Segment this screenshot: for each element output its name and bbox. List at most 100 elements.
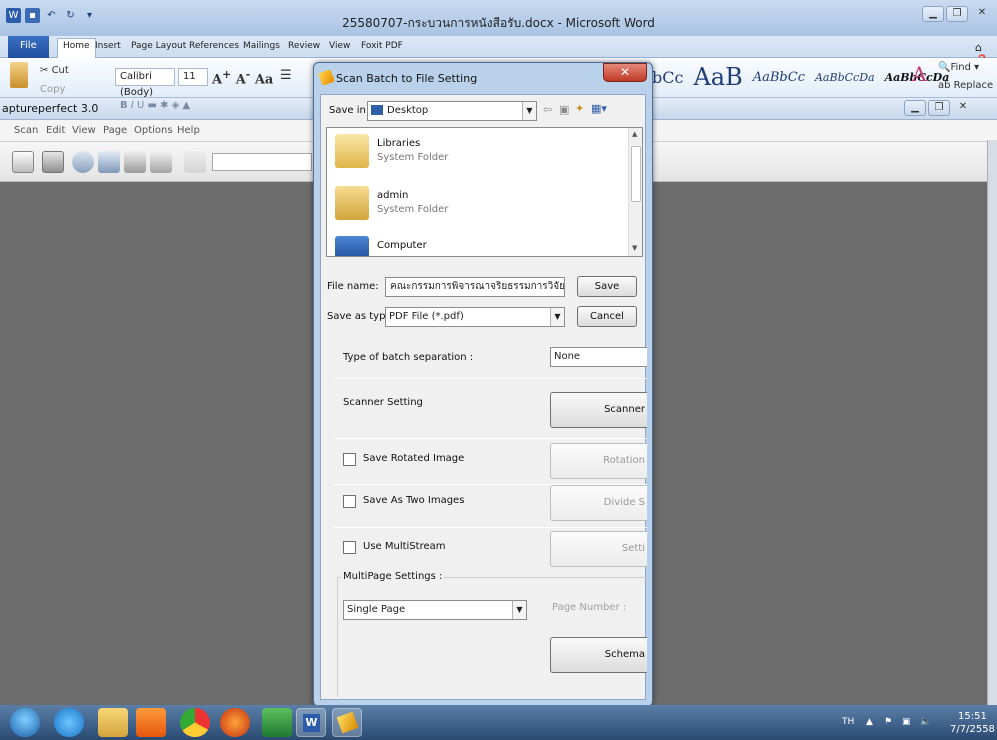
internet-explorer-icon[interactable] — [54, 708, 84, 737]
save-as-two-checkbox[interactable] — [343, 495, 356, 508]
style-preview[interactable]: bCc — [652, 68, 683, 87]
save-in-dropdown[interactable]: Desktop ▼ — [367, 101, 537, 121]
style-title[interactable]: AaB — [693, 63, 742, 91]
dialog-body: Save in: Desktop ▼ ⇦ ▣ ✦ ▦▾ Libraries Sy… — [320, 94, 647, 700]
word-maximize-button[interactable]: ❐ — [946, 6, 968, 22]
setting-button[interactable]: Setti — [550, 531, 647, 567]
multipage-value: Single Page — [347, 604, 406, 615]
tab-references[interactable]: References — [184, 39, 244, 53]
clock-date: 7/7/2558 — [950, 724, 995, 735]
batch-separation-dropdown[interactable]: None — [550, 347, 647, 367]
word-taskbar-icon[interactable]: W — [296, 708, 326, 737]
language-indicator[interactable]: TH — [842, 717, 854, 729]
menu-help[interactable]: Help — [177, 125, 200, 136]
firefox-icon[interactable] — [220, 708, 250, 737]
batch-separation-label: Type of batch separation : — [343, 352, 474, 363]
save-button[interactable]: Save — [577, 276, 637, 297]
menu-view[interactable]: View — [72, 125, 96, 136]
paste-icon[interactable] — [10, 62, 28, 88]
menu-page[interactable]: Page — [103, 125, 127, 136]
volume-icon[interactable]: 🔈 — [920, 717, 932, 729]
print-icon[interactable] — [124, 151, 146, 173]
excel-icon[interactable] — [262, 708, 292, 737]
cancel-button[interactable]: Cancel — [577, 306, 637, 327]
scroll-down-icon[interactable]: ▼ — [632, 244, 637, 252]
multistream-checkbox[interactable] — [343, 541, 356, 554]
cut-button[interactable]: ✂ Cut — [40, 65, 69, 76]
change-styles-icon[interactable]: A — [912, 62, 926, 86]
file-list[interactable]: Libraries System Folder admin System Fol… — [326, 127, 643, 257]
save-as-type-dropdown[interactable]: PDF File (*.pdf) ▼ — [385, 307, 565, 327]
file-name: Libraries — [377, 138, 421, 149]
ribbon-format-row: B I U ▬ ✱ ◈ ▲ — [120, 100, 191, 111]
list-item[interactable]: admin System Folder — [335, 182, 625, 226]
file-list-scrollbar[interactable]: ▲ ▼ — [628, 128, 642, 256]
multistream-label: Use MultiStream — [363, 541, 446, 552]
save-rotated-checkbox[interactable] — [343, 453, 356, 466]
email-icon[interactable] — [150, 151, 172, 173]
tab-insert[interactable]: Insert — [90, 39, 126, 53]
show-hidden-icons[interactable]: ▲ — [866, 717, 878, 729]
style-subtle-emphasis[interactable]: AaBbCcDa — [815, 71, 875, 84]
font-name-box[interactable]: Calibri (Body) — [115, 68, 175, 98]
new-folder-icon[interactable]: ✦ — [575, 102, 584, 115]
menu-options[interactable]: Options — [134, 125, 173, 136]
tab-view[interactable]: View — [324, 39, 355, 53]
list-item[interactable]: Libraries System Folder — [335, 130, 625, 174]
style-subtitle[interactable]: AaBbCc — [753, 70, 805, 85]
scan-batch-icon[interactable] — [72, 151, 94, 173]
scanner-setting-label: Scanner Setting — [343, 397, 423, 408]
chrome-icon[interactable] — [180, 708, 210, 737]
captureperfect-taskbar-icon[interactable] — [332, 708, 362, 737]
scanner-button[interactable]: Scanner — [550, 392, 647, 428]
tab-review[interactable]: Review — [283, 39, 325, 53]
tab-page-layout[interactable]: Page Layout — [126, 39, 191, 53]
tab-file[interactable]: File — [8, 36, 49, 58]
start-button-icon[interactable] — [10, 708, 40, 737]
word-close-button[interactable]: ✕ — [970, 6, 994, 22]
copy-button[interactable]: Copy — [40, 84, 65, 95]
file-name-input[interactable]: คณะกรรมการพิจารณาจริยธรรมการวิจัย — [385, 277, 565, 297]
scan-page-icon[interactable] — [98, 151, 120, 173]
file-name: Computer — [377, 240, 427, 251]
save-as-type-value: PDF File (*.pdf) — [389, 311, 464, 322]
up-folder-icon[interactable]: ▣ — [559, 103, 569, 116]
bullets-icon[interactable]: ☰ — [280, 68, 292, 83]
cp-maximize-button[interactable]: ❐ — [928, 100, 950, 116]
cp-close-button[interactable]: ✕ — [952, 100, 974, 116]
scan-icon[interactable] — [42, 151, 64, 173]
system-clock[interactable]: 15:51 7/7/2558 — [950, 710, 995, 736]
list-item[interactable]: Computer — [335, 232, 625, 256]
menu-scan[interactable]: Scan — [14, 125, 38, 136]
styles-gallery[interactable]: bCc AaB AaBbCc AaBbCcDa AaBbCcDa — [652, 60, 949, 94]
divide-button[interactable]: Divide S — [550, 485, 647, 521]
tab-foxit-pdf[interactable]: Foxit PDF — [356, 39, 408, 53]
schema-button[interactable]: Schema — [550, 637, 647, 673]
cp-minimize-button[interactable]: ▁ — [904, 100, 926, 116]
tab-mailings[interactable]: Mailings — [238, 39, 285, 53]
multipage-label: MultiPage Settings : — [341, 571, 445, 582]
grow-font-icon[interactable]: A+ A- Aa — [212, 68, 273, 87]
multipage-dropdown[interactable]: Single Page ▼ — [343, 600, 527, 620]
rotation-button[interactable]: Rotation — [550, 443, 647, 479]
document-title: 25580707-กระบวนการหนังสือรับ.docx - Micr… — [342, 16, 655, 30]
back-icon[interactable]: ⇦ — [543, 103, 552, 116]
find-button[interactable]: 🔍Find ▾ — [938, 62, 979, 73]
menu-edit[interactable]: Edit — [46, 125, 65, 136]
action-center-flag-icon[interactable]: ⚑ — [884, 717, 896, 729]
dialog-close-button[interactable]: ✕ — [603, 63, 647, 82]
scroll-up-icon[interactable]: ▲ — [632, 130, 637, 138]
word-minimize-button[interactable]: ▁ — [922, 6, 944, 22]
toolbar-combo[interactable] — [212, 153, 312, 171]
font-size-box[interactable]: 11 — [178, 68, 208, 86]
desktop-icon — [371, 105, 383, 115]
media-player-icon[interactable] — [136, 708, 166, 737]
view-menu-icon[interactable]: ▦▾ — [591, 102, 607, 115]
divider — [333, 378, 647, 379]
scrollbar-thumb[interactable] — [631, 146, 641, 202]
file-explorer-icon[interactable] — [98, 708, 128, 737]
word-scrollbar-strip[interactable] — [987, 140, 997, 705]
network-icon[interactable]: ▣ — [902, 717, 914, 729]
new-document-icon[interactable] — [12, 151, 34, 173]
replace-button[interactable]: ab Replace — [938, 80, 993, 91]
